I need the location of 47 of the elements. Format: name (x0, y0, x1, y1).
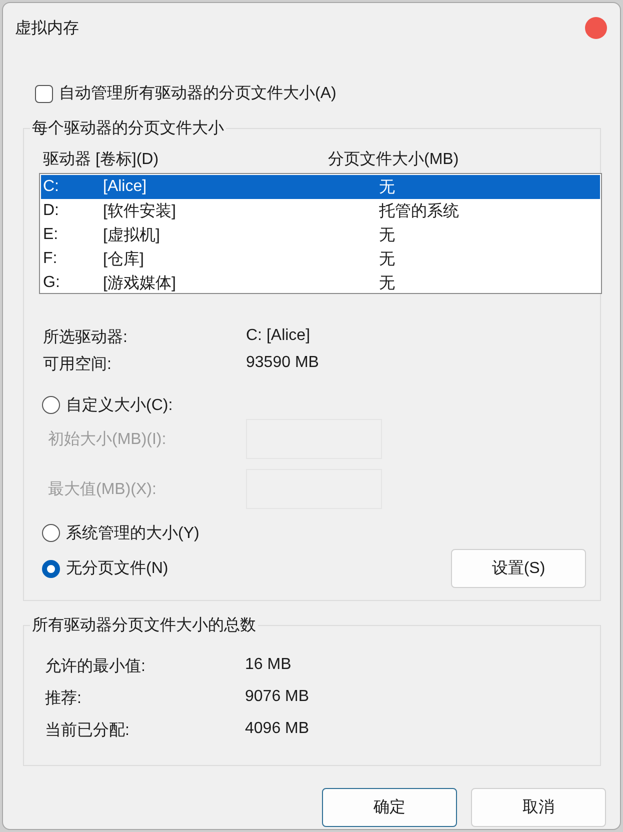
close-button[interactable] (585, 17, 607, 39)
checkbox-label: 自动管理所有驱动器的分页文件大小(A) (59, 84, 336, 104)
cancel-button[interactable]: 取消 (471, 788, 606, 827)
info-label: 可用空间: (43, 354, 112, 375)
drive-row[interactable]: F: [仓库] 无 (41, 247, 600, 271)
drive-row[interactable]: E: [虚拟机] 无 (41, 223, 600, 247)
drive-label: [仓库] (103, 250, 145, 270)
info-value: 93590 MB (246, 354, 320, 373)
paging-size: 托管的系统 (379, 202, 460, 222)
ok-button[interactable]: 确定 (322, 788, 457, 827)
checkbox[interactable] (35, 84, 53, 102)
drive-letter: C: (43, 178, 60, 196)
drive-letter: E: (43, 226, 60, 244)
total-value: 9076 MB (245, 688, 310, 707)
settings-button[interactable]: 设置(S) (451, 549, 586, 588)
total-label: 推荐: (45, 688, 82, 709)
drive-label: [Alice] (103, 178, 148, 196)
drive-label: [游戏媒体] (103, 274, 177, 294)
drive-letter: D: (43, 202, 60, 220)
paging-size: 无 (379, 226, 396, 246)
column-header: 分页文件大小(MB) (328, 150, 460, 170)
total-value: 4096 MB (245, 720, 310, 739)
field-label: 最大值(MB)(X): (48, 480, 158, 500)
info-label: 所选驱动器: (43, 328, 128, 348)
paging-size: 无 (379, 274, 396, 294)
paging-size: 无 (379, 250, 396, 270)
drive-row[interactable]: C: [Alice] 无 (41, 175, 600, 199)
drive-label: [虚拟机] (103, 226, 161, 246)
radio-button[interactable] (42, 396, 60, 414)
field-label: 初始大小(MB)(I): (48, 430, 168, 450)
column-header: 驱动器 [卷标](D) (43, 150, 160, 170)
radio-label: 自定义大小(C): (66, 396, 173, 416)
radio-label: 无分页文件(N) (66, 558, 168, 579)
radio-button[interactable] (42, 560, 60, 578)
radio-label: 系统管理的大小(Y) (66, 524, 200, 544)
total-label: 允许的最小值: (45, 656, 146, 677)
radio-button[interactable] (42, 524, 60, 542)
drive-row[interactable]: D: [软件安装] 托管的系统 (41, 199, 600, 223)
paging-size: 无 (379, 178, 396, 198)
total-label: 当前已分配: (45, 721, 130, 741)
drive-letter: G: (43, 274, 61, 292)
drive-letter: F: (43, 250, 58, 268)
info-value: C: [Alice] (246, 327, 312, 346)
total-value: 16 MB (245, 656, 292, 675)
drive-label: [软件安装] (103, 202, 177, 222)
drive-row[interactable]: G: [游戏媒体] 无 (41, 271, 600, 295)
window-title: 虚拟内存 (15, 18, 79, 38)
